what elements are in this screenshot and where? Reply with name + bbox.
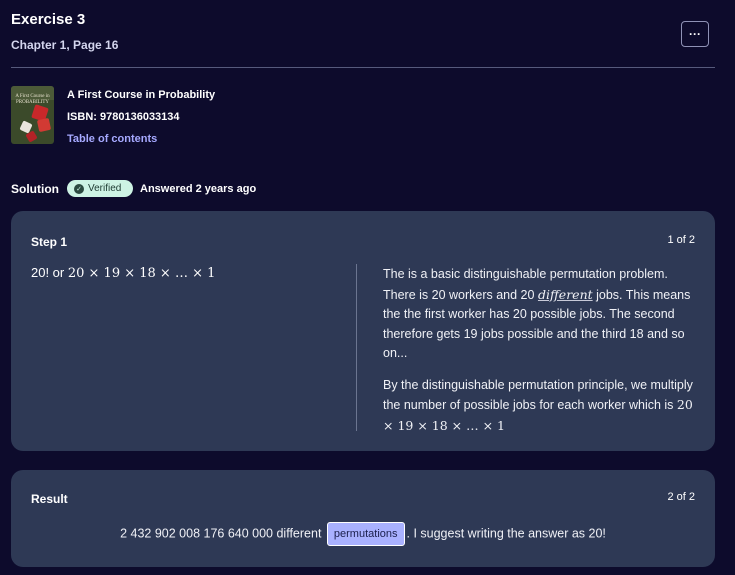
check-seal-icon: ✓ [74,183,84,194]
step-counter: 1 of 2 [667,234,695,246]
inline-math: different [537,286,593,302]
step-answer: 20! or 20 × 19 × 18 × … × 1 [31,265,215,281]
book-title[interactable]: A First Course in Probability [67,89,215,101]
verified-badge: ✓ Verified [67,180,133,197]
header-divider [11,67,715,68]
explanation-paragraph: By the distinguishable permutation princ… [383,377,693,433]
verified-badge-label: Verified [88,183,122,194]
step-answer-math: 20 × 19 × 18 × … × 1 [67,266,216,281]
book-cover-image[interactable]: A First Course in PROBABILITY [11,86,54,144]
page-subtitle: Chapter 1, Page 16 [11,38,119,52]
explanation-paragraph: The is a basic distinguishable permutati… [383,267,691,360]
step-card: Step 1 1 of 2 20! or 20 × 19 × 18 × … × … [11,211,715,451]
book-isbn: ISBN: 9780136033134 [67,111,180,123]
more-options-button[interactable]: ··· [681,21,709,47]
result-card: Result 2 of 2 2 432 902 008 176 640 000 … [11,470,715,567]
step-label: Step 1 [31,235,68,249]
step-explanation: The is a basic distinguishable permutati… [383,265,701,436]
permutations-term-chip[interactable]: permutations [326,522,405,546]
result-counter: 2 of 2 [667,491,695,503]
dice-graphic [36,117,52,133]
result-text: 2 432 902 008 176 640 000 different perm… [11,522,715,546]
book-cover-text: A First Course in PROBABILITY [15,94,50,105]
table-of-contents-link[interactable]: Table of contents [67,133,157,145]
page-title: Exercise 3 [11,11,86,28]
answered-time: Answered 2 years ago [140,183,257,195]
result-label: Result [31,492,68,506]
step-answer-prefix: 20! or [31,265,68,280]
more-horizontal-icon: ··· [689,27,701,41]
step-column-divider [356,264,357,431]
solution-page: Exercise 3 Chapter 1, Page 16 ··· A Firs… [0,0,735,575]
solution-label: Solution [11,182,59,196]
